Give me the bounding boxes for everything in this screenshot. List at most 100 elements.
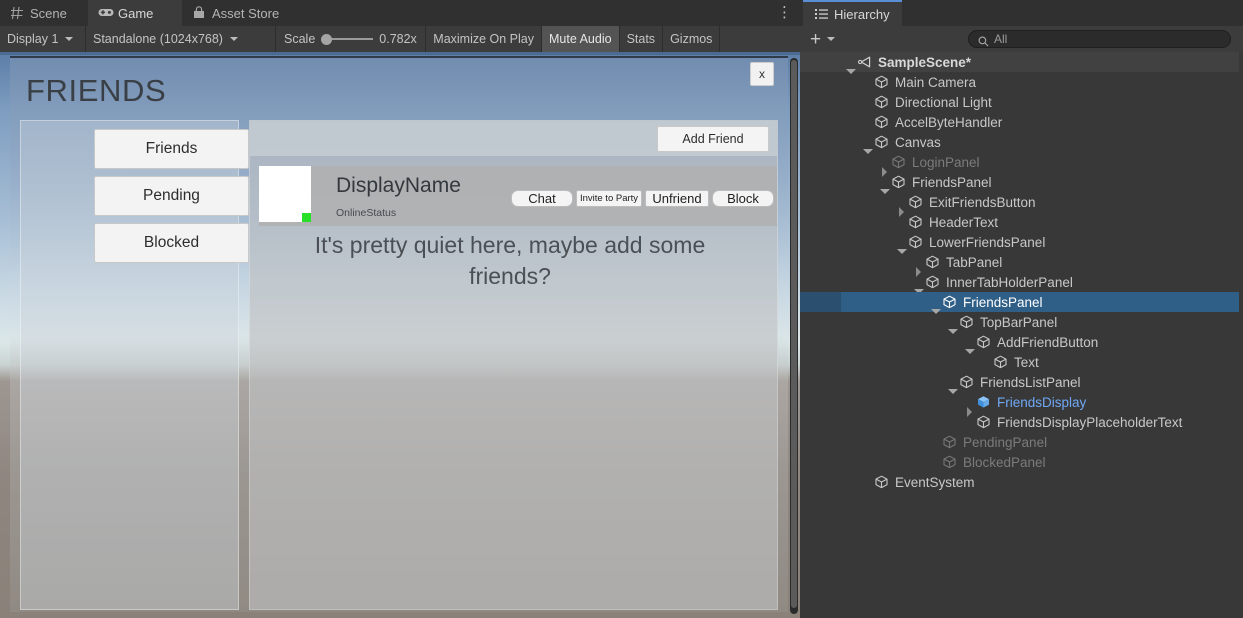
- hierarchy-item-friendsdisplay[interactable]: FriendsDisplay: [800, 392, 1243, 417]
- friends-window: FRIENDS x Friends Pending Blocked Add Fr…: [10, 56, 788, 612]
- gameobject-icon: [959, 315, 977, 329]
- tab-hierarchy[interactable]: Hierarchy: [803, 0, 902, 26]
- editor-tab-strip: Scene Game Asset Store ⋮: [0, 0, 800, 26]
- hierarchy-item-loginpanel[interactable]: LoginPanel: [800, 152, 1243, 177]
- mute-audio-button[interactable]: Mute Audio: [542, 26, 620, 52]
- scrollbar-thumb[interactable]: [791, 60, 797, 608]
- chat-button[interactable]: Chat: [511, 190, 573, 207]
- hierarchy-item-topbarpanel[interactable]: TopBarPanel: [800, 312, 1243, 334]
- hierarchy-item-tabpanel[interactable]: TabPanel: [800, 252, 1243, 277]
- hierarchy-item-text[interactable]: Text: [800, 352, 1243, 372]
- friend-display-name: DisplayName: [336, 174, 461, 197]
- aspect-dropdown[interactable]: Standalone (1024x768): [86, 26, 276, 52]
- hierarchy-item-innertabholderpanel[interactable]: InnerTabHolderPanel: [800, 272, 1243, 294]
- exit-friends-button[interactable]: x: [750, 62, 774, 86]
- gizmos-button[interactable]: Gizmos: [663, 26, 721, 52]
- hierarchy-item-canvas[interactable]: Canvas: [800, 132, 1243, 154]
- aspect-dropdown-label: Standalone (1024x768): [93, 32, 223, 46]
- friends-window-header: FRIENDS x: [10, 58, 788, 120]
- unfriend-button[interactable]: Unfriend: [645, 190, 709, 207]
- scale-label: Scale: [284, 32, 316, 46]
- tab-game[interactable]: Game: [88, 0, 182, 26]
- hierarchy-item-headertext[interactable]: HeaderText: [800, 212, 1243, 232]
- hierarchy-item-label: FriendsPanel: [963, 294, 1043, 310]
- hierarchy-item-eventsystem[interactable]: EventSystem: [800, 472, 1243, 492]
- game-pane: Scene Game Asset Store ⋮ Display 1 Stand…: [0, 0, 800, 618]
- gameobject-icon: [908, 215, 926, 229]
- hierarchy-item-directional-light[interactable]: Directional Light: [800, 92, 1243, 112]
- hierarchy-item-addfriendbutton[interactable]: AddFriendButton: [800, 332, 1243, 354]
- hierarchy-item-label: TabPanel: [946, 254, 1003, 270]
- hierarchy-item-label: EventSystem: [895, 474, 975, 490]
- chevron-down-icon: [229, 37, 238, 41]
- display-dropdown[interactable]: Display 1: [0, 26, 86, 52]
- gameobject-icon: [874, 95, 892, 109]
- plus-icon: +: [810, 28, 822, 50]
- gameobject-icon: [959, 375, 977, 389]
- hierarchy-tab-bar: Hierarchy: [800, 0, 1243, 26]
- hierarchy-item-main-camera[interactable]: Main Camera: [800, 72, 1243, 92]
- hierarchy-item-label: LowerFriendsPanel: [929, 234, 1046, 250]
- display-dropdown-label: Display 1: [7, 32, 59, 46]
- lower-friends-panel: Friends Pending Blocked Add Friend Displ…: [20, 120, 778, 610]
- game-view-scrollbar[interactable]: [790, 58, 798, 614]
- hierarchy-item-samplescene-[interactable]: SampleScene*: [800, 52, 1243, 74]
- hierarchy-tree[interactable]: SampleScene* Main Camera Directional Light…: [800, 52, 1243, 618]
- chevron-down-icon: [65, 37, 74, 41]
- hierarchy-item-friendsdisplayplaceholdertext[interactable]: FriendsDisplayPlaceholderText: [800, 412, 1243, 432]
- hierarchy-item-label: FriendsDisplay: [997, 394, 1087, 410]
- add-gameobject-button[interactable]: +: [810, 28, 836, 50]
- friends-display-placeholder-text: It's pretty quiet here, maybe add some f…: [314, 232, 706, 289]
- tab-hierarchy-label: Hierarchy: [834, 6, 890, 22]
- scale-value: 0.782x: [379, 32, 417, 46]
- game-render-area[interactable]: FRIENDS x Friends Pending Blocked Add Fr…: [0, 55, 800, 618]
- hierarchy-item-accelbytehandler[interactable]: AccelByteHandler: [800, 112, 1243, 132]
- slider-knob[interactable]: [321, 34, 333, 45]
- hierarchy-item-blockedpanel[interactable]: BlockedPanel: [800, 452, 1243, 472]
- gameobject-icon: [874, 75, 892, 89]
- hierarchy-scrollbar[interactable]: [1239, 52, 1243, 618]
- gameobject-icon: [976, 415, 994, 429]
- gameobject-icon: [942, 295, 960, 309]
- game-view-toolbar: Display 1 Standalone (1024x768) Scale 0.…: [0, 26, 800, 53]
- scale-slider-group[interactable]: Scale 0.782x: [276, 26, 427, 52]
- hierarchy-toolbar: + All: [800, 26, 1243, 53]
- hierarchy-item-label: SampleScene*: [878, 54, 972, 70]
- tab-asset-store[interactable]: Asset Store: [182, 0, 307, 26]
- tab-blocked[interactable]: Blocked: [94, 223, 249, 263]
- hierarchy-item-pendingpanel[interactable]: PendingPanel: [800, 432, 1243, 452]
- gameobject-icon: [993, 355, 1011, 369]
- add-friend-button[interactable]: Add Friend: [657, 126, 769, 152]
- stats-button[interactable]: Stats: [620, 26, 664, 52]
- gameobject-icon: [942, 435, 960, 449]
- friend-online-status: OnlineStatus: [336, 207, 397, 219]
- hierarchy-item-label: AccelByteHandler: [895, 114, 1003, 130]
- hierarchy-item-label: Main Camera: [895, 74, 977, 90]
- maximize-on-play-button[interactable]: Maximize On Play: [426, 26, 543, 52]
- tab-pending[interactable]: Pending: [94, 176, 249, 216]
- scale-slider[interactable]: [321, 33, 374, 45]
- friends-display-row[interactable]: DisplayName OnlineStatus Chat Invite to …: [259, 166, 777, 226]
- gameobject-icon: [925, 275, 943, 289]
- gizmos-label: Gizmos: [670, 32, 713, 46]
- hierarchy-item-label: FriendsPanel: [912, 174, 992, 190]
- search-icon: [978, 34, 989, 46]
- gameobject-icon: [874, 115, 892, 129]
- tab-panel: Friends Pending Blocked: [20, 120, 249, 610]
- gameobject-icon: [874, 475, 892, 489]
- gameobject-icon: [891, 175, 909, 189]
- hierarchy-item-friendspanel[interactable]: FriendsPanel: [800, 172, 1243, 194]
- tab-scene[interactable]: Scene: [0, 0, 88, 26]
- gameobject-icon: [925, 255, 943, 269]
- tab-friends[interactable]: Friends: [94, 129, 249, 169]
- block-button[interactable]: Block: [712, 190, 774, 207]
- hierarchy-item-lowerfriendspanel[interactable]: LowerFriendsPanel: [800, 232, 1243, 254]
- invite-to-party-button[interactable]: Invite to Party: [576, 190, 642, 207]
- hierarchy-item-friendspanel[interactable]: FriendsPanel: [800, 292, 1243, 314]
- hierarchy-item-label: Canvas: [895, 134, 941, 150]
- hierarchy-item-friendslistpanel[interactable]: FriendsListPanel: [800, 372, 1243, 394]
- kebab-menu-icon[interactable]: ⋮: [777, 3, 792, 22]
- hierarchy-item-exitfriendsbutton[interactable]: ExitFriendsButton: [800, 192, 1243, 217]
- search-input[interactable]: All: [968, 30, 1231, 48]
- gameobject-icon: [976, 335, 994, 349]
